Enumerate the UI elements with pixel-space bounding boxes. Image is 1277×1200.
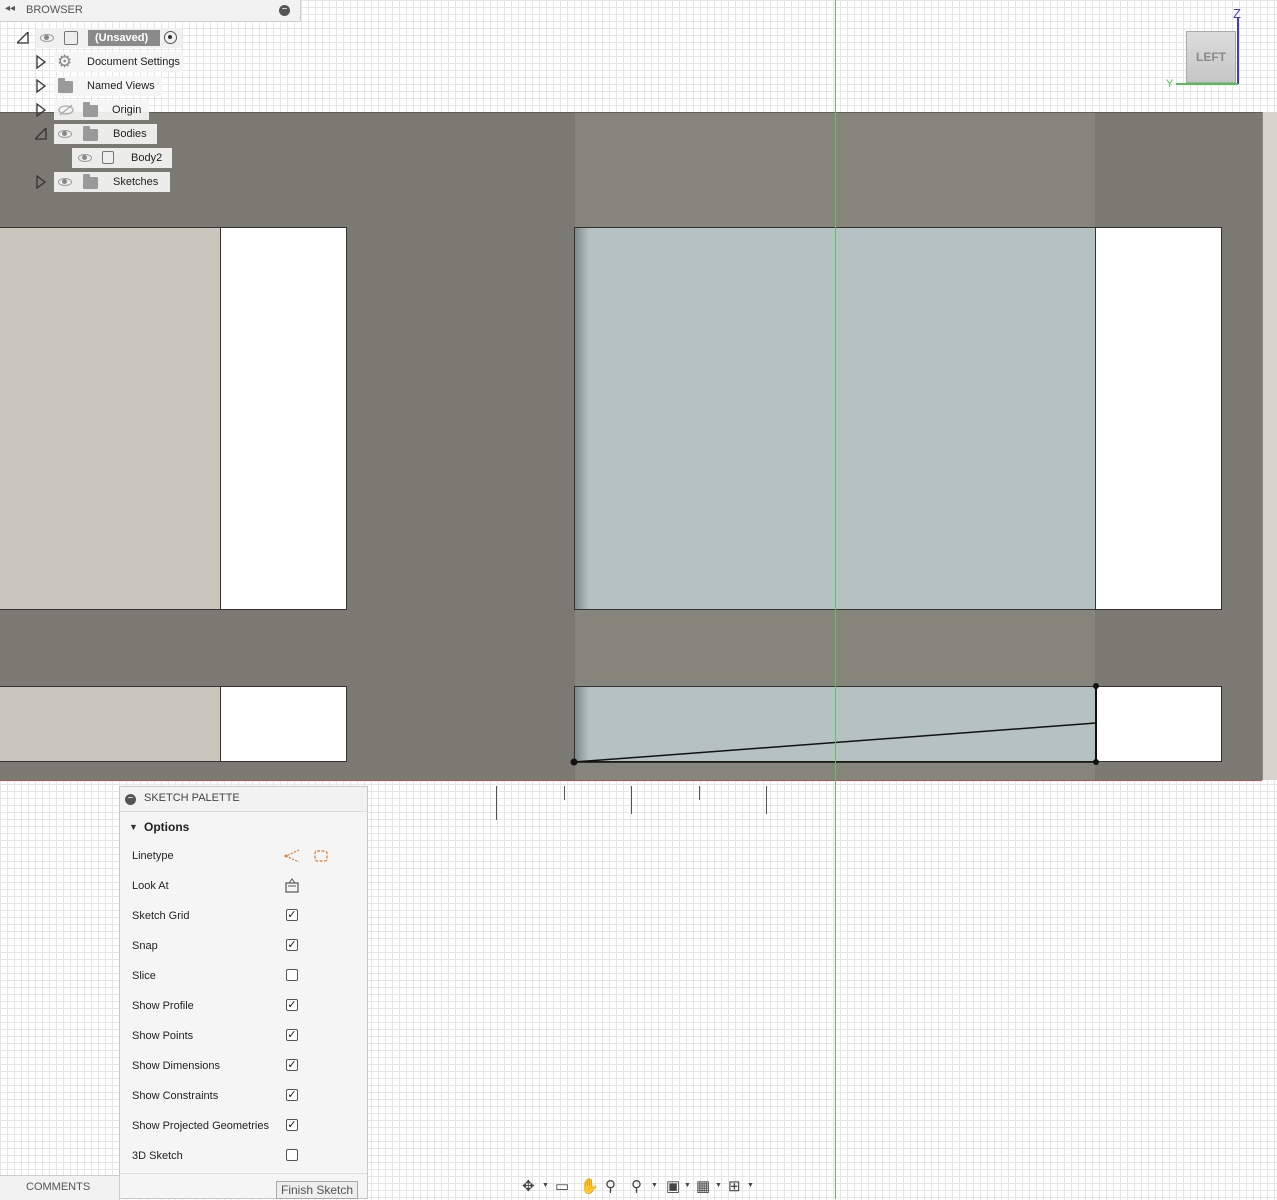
3d-sketch-checkbox[interactable] <box>286 1149 298 1161</box>
expand-toggle[interactable] <box>36 102 47 118</box>
tree-item-label: Named Views <box>87 80 155 92</box>
chevron-down-icon[interactable]: ▼ <box>542 1182 549 1189</box>
collapse-toggle[interactable] <box>33 126 47 140</box>
dimension-tick <box>564 786 565 800</box>
centerline-linetype-icon[interactable] <box>313 848 329 867</box>
browser-title: BROWSER <box>26 4 83 16</box>
tree-item-label: Document Settings <box>87 56 180 68</box>
sketch-point <box>1093 759 1099 765</box>
chevron-down-icon[interactable]: ▼ <box>747 1182 754 1189</box>
folder-icon <box>83 174 98 189</box>
look-at-icon[interactable] <box>284 878 300 897</box>
sketch-palette-title: SKETCH PALETTE <box>144 792 240 804</box>
zoom-window-icon[interactable]: ⚲ <box>605 1177 616 1195</box>
comments-panel[interactable]: COMMENTS <box>0 1175 120 1200</box>
component-icon <box>64 31 78 45</box>
chevron-down-icon[interactable]: ▼ <box>684 1182 691 1189</box>
tree-item-document-settings[interactable]: ⚙ Document Settings <box>54 52 183 72</box>
y-axis-line <box>835 0 836 1199</box>
orbit-icon[interactable]: ✥ <box>522 1177 535 1195</box>
activate-radio-icon[interactable] <box>164 31 177 44</box>
visibility-eye-icon[interactable] <box>58 178 72 186</box>
show-projected-geometries-checkbox[interactable]: ✓ <box>286 1119 298 1131</box>
folder-icon <box>83 126 98 141</box>
expand-toggle[interactable] <box>36 54 47 70</box>
option-label: Show Projected Geometries <box>132 1120 269 1132</box>
sketch-palette: − SKETCH PALETTE ▼ Options Linetype Look… <box>119 786 368 1199</box>
snap-checkbox[interactable]: ✓ <box>286 939 298 951</box>
sketch-point <box>570 758 578 766</box>
navigation-toolbar: ✥ ▼ ▭ ✋ ⚲ ⚲ ▼ ▣ ▼ ▦ ▼ ⊞ ▼ <box>516 1174 756 1198</box>
tree-item-label: Origin <box>112 104 142 116</box>
look-at-icon[interactable]: ▭ <box>555 1177 569 1195</box>
tree-item-label: Sketches <box>113 176 159 188</box>
show-profile-checkbox[interactable]: ✓ <box>286 999 298 1011</box>
tree-item-origin[interactable]: Origin <box>54 100 149 120</box>
tree-item-label: Body2 <box>131 152 163 164</box>
option-label: Show Constraints <box>132 1090 219 1102</box>
finish-sketch-button[interactable]: Finish Sketch <box>276 1181 358 1199</box>
dimension-tick <box>496 786 497 820</box>
option-label: Look At <box>132 880 169 892</box>
hidden-eye-icon[interactable] <box>58 104 74 119</box>
minimize-palette-button[interactable]: − <box>125 794 136 805</box>
option-label: Show Profile <box>132 1000 194 1012</box>
option-label: Sketch Grid <box>132 910 190 922</box>
root-row[interactable]: (Unsaved) <box>36 28 182 48</box>
folder-icon <box>58 78 73 93</box>
display-settings-icon[interactable]: ▣ <box>666 1177 680 1195</box>
sketch-point <box>1093 683 1099 689</box>
pan-icon[interactable]: ✋ <box>580 1177 599 1195</box>
viewcube-y-axis <box>1176 83 1238 85</box>
root-label: (Unsaved) <box>95 32 149 44</box>
construction-linetype-icon[interactable] <box>283 848 301 867</box>
body-icon <box>102 151 114 164</box>
sketch-palette-header: − SKETCH PALETTE <box>120 787 367 812</box>
section-expanded-icon[interactable]: ▼ <box>129 822 138 832</box>
visibility-eye-icon[interactable] <box>40 34 54 42</box>
expand-toggle[interactable] <box>36 174 47 190</box>
gear-icon: ⚙ <box>57 52 73 71</box>
viewcube-y-label: Y <box>1166 78 1174 90</box>
expand-toggle[interactable] <box>36 78 47 94</box>
tree-item-sketches[interactable]: Sketches <box>54 172 170 192</box>
option-label: 3D Sketch <box>132 1150 183 1162</box>
tree-item-bodies[interactable]: Bodies <box>54 124 157 144</box>
tree-item-label: Bodies <box>113 128 147 140</box>
viewports-icon[interactable]: ⊞ <box>728 1177 741 1195</box>
tree-item-body2[interactable]: Body2 <box>72 148 172 168</box>
tree-item-named-views[interactable]: Named Views <box>54 76 162 96</box>
dimension-tick <box>699 786 700 800</box>
root-expand-toggle[interactable] <box>15 30 29 44</box>
x-axis-line <box>0 780 1262 781</box>
slice-checkbox[interactable] <box>286 969 298 981</box>
collapse-browser-icon[interactable]: ◂◂ <box>5 3 15 14</box>
viewcube-z-label: Z <box>1233 6 1241 21</box>
dimension-tick <box>766 786 767 814</box>
minimize-browser-button[interactable]: − <box>279 5 290 16</box>
browser-header: ◂◂ BROWSER − <box>0 0 301 22</box>
viewcube-z-axis <box>1237 18 1239 84</box>
fit-icon[interactable]: ⚲ <box>631 1177 642 1195</box>
option-label: Show Points <box>132 1030 194 1042</box>
option-label: Show Dimensions <box>132 1060 221 1072</box>
folder-icon <box>83 102 98 117</box>
palette-divider <box>120 1173 367 1174</box>
option-label: Snap <box>132 940 158 952</box>
show-points-checkbox[interactable]: ✓ <box>286 1029 298 1041</box>
options-section-title[interactable]: Options <box>144 820 189 834</box>
chevron-down-icon[interactable]: ▼ <box>651 1182 658 1189</box>
show-dimensions-checkbox[interactable]: ✓ <box>286 1059 298 1071</box>
visibility-eye-icon[interactable] <box>58 130 72 138</box>
comments-label: COMMENTS <box>26 1181 91 1193</box>
dimension-tick <box>631 786 632 814</box>
show-constraints-checkbox[interactable]: ✓ <box>286 1089 298 1101</box>
viewcube-left-face[interactable]: LEFT <box>1186 31 1236 83</box>
chevron-down-icon[interactable]: ▼ <box>715 1182 722 1189</box>
option-label: Slice <box>132 970 156 982</box>
option-label: Linetype <box>132 850 174 862</box>
grid-icon[interactable]: ▦ <box>696 1177 710 1195</box>
sketch-grid-checkbox[interactable]: ✓ <box>286 909 298 921</box>
visibility-eye-icon[interactable] <box>78 154 92 162</box>
